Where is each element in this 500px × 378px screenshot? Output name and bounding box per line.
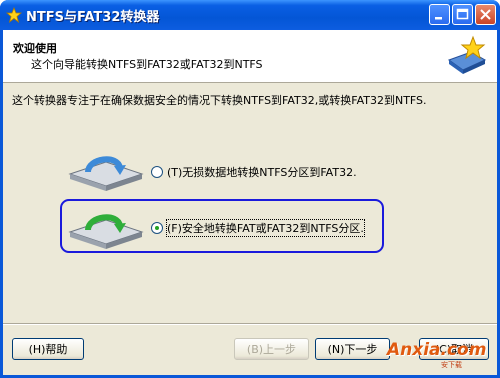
help-button[interactable]: (H)帮助 bbox=[12, 338, 84, 360]
option-fat-to-ntfs[interactable]: (F)安全地转换FAT或FAT32到NTFS分区. bbox=[151, 219, 365, 237]
window-title: NTFS与FAT32转换器 bbox=[26, 10, 160, 25]
maximize-button[interactable] bbox=[452, 4, 473, 25]
title-bar[interactable]: NTFS与FAT32转换器 bbox=[0, 0, 500, 30]
wizard-window: NTFS与FAT32转换器 欢迎使用 这个向导能转换NTFS到FAT32或FAT… bbox=[0, 0, 500, 378]
minimize-icon bbox=[435, 17, 442, 20]
option-ntfs-to-fat32[interactable]: (T)无损数据地转换NTFS分区到FAT32. bbox=[151, 164, 357, 180]
close-button[interactable] bbox=[475, 4, 496, 25]
option-ntfs-to-fat32-radio[interactable] bbox=[151, 166, 163, 178]
convert-ntfs-to-fat32-icon bbox=[68, 156, 144, 191]
back-button[interactable]: (B)上一步 bbox=[234, 338, 309, 360]
header-title: 欢迎使用 bbox=[13, 42, 57, 55]
option-fat-to-ntfs-label[interactable]: (F)安全地转换FAT或FAT32到NTFS分区. bbox=[166, 219, 365, 237]
watermark-subtext: 安下载 bbox=[441, 361, 462, 369]
close-icon bbox=[480, 9, 491, 20]
convert-fat-to-ntfs-icon bbox=[68, 214, 144, 249]
option-fat-to-ntfs-radio[interactable] bbox=[151, 222, 163, 234]
header-panel: 欢迎使用 这个向导能转换NTFS到FAT32或FAT32到NTFS bbox=[3, 30, 497, 83]
watermark-logo: Anxia.com bbox=[387, 340, 487, 360]
intro-text: 这个转换器专注于在确保数据安全的情况下转换NTFS到FAT32,或转换FAT32… bbox=[12, 94, 427, 107]
app-star-icon bbox=[6, 7, 22, 23]
wizard-logo-icon bbox=[447, 35, 487, 74]
next-button[interactable]: (N)下一步 bbox=[315, 338, 390, 360]
header-subtitle: 这个向导能转换NTFS到FAT32或FAT32到NTFS bbox=[31, 58, 263, 71]
option-ntfs-to-fat32-label[interactable]: (T)无损数据地转换NTFS分区到FAT32. bbox=[167, 164, 357, 180]
minimize-button[interactable] bbox=[429, 4, 450, 25]
footer-separator bbox=[3, 323, 497, 325]
maximize-icon bbox=[456, 8, 469, 20]
